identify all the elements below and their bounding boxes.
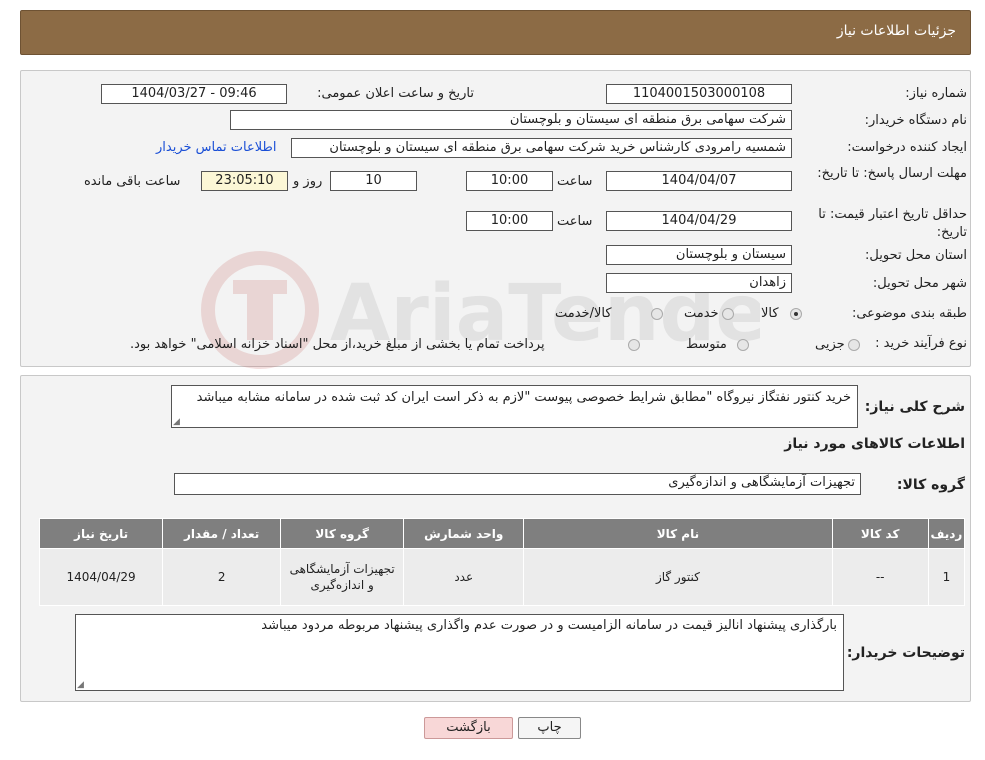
province-label: استان محل تحویل:: [865, 248, 967, 263]
validity-label: حداقل تاریخ اعتبار قیمت: تا تاریخ:: [818, 207, 967, 240]
process-option-medium: متوسط: [686, 337, 727, 352]
category-option-goods: کالا: [761, 306, 779, 321]
deadline-time-label: ساعت: [557, 174, 593, 189]
col-row: ردیف: [927, 518, 966, 549]
city-label: شهر محل تحویل:: [872, 276, 967, 291]
buyer-notes-text: بارگذاری پیشنهاد انالیز قیمت در سامانه ا…: [261, 618, 837, 633]
deadline-date-field: 1404/04/07: [606, 171, 792, 191]
category-radio-goods[interactable]: [790, 308, 802, 320]
announce-field: 1404/03/27 - 09:46: [101, 84, 287, 104]
process-radio-treasury[interactable]: [628, 339, 640, 351]
print-button[interactable]: چاپ: [518, 717, 581, 739]
col-unit: واحد شمارش: [403, 518, 525, 549]
goods-group-label: گروه کالا:: [896, 477, 965, 493]
cell-row: 1: [927, 548, 966, 606]
resize-grip-icon[interactable]: ◢: [77, 681, 85, 690]
page-title: جزئیات اطلاعات نیاز: [836, 23, 956, 39]
cell-quantity: 2: [162, 548, 282, 606]
creator-label: ایجاد کننده درخواست:: [847, 140, 967, 155]
province-field: سیستان و بلوچستان: [606, 245, 792, 265]
buyer-field: شرکت سهامی برق منطقه ای سیستان و بلوچستا…: [230, 110, 792, 130]
days-field: 10: [330, 171, 417, 191]
city-field: زاهدان: [606, 273, 792, 293]
process-option-minor: جزیی: [815, 337, 845, 352]
deadline-time-field: 10:00: [466, 171, 553, 191]
category-radio-service[interactable]: [722, 308, 734, 320]
cell-group: تجهیزات آزمایشگاهی و اندازه‌گیری: [280, 548, 405, 606]
process-radio-medium[interactable]: [737, 339, 749, 351]
announce-label: تاریخ و ساعت اعلان عمومی:: [317, 86, 474, 101]
table-row: 1 -- کنتور گاز عدد تجهیزات آزمایشگاهی و …: [38, 548, 966, 606]
cell-code: --: [831, 548, 929, 606]
category-radio-goods-service[interactable]: [651, 308, 663, 320]
category-label: طبقه بندی موضوعی:: [851, 306, 967, 321]
col-group: گروه کالا: [280, 518, 405, 549]
items-section-title: اطلاعات کالاهای مورد نیاز: [784, 436, 965, 452]
remaining-time-field: 23:05:10: [201, 171, 288, 191]
remaining-label: ساعت باقی مانده: [84, 174, 181, 189]
category-option-service: خدمت: [684, 306, 719, 321]
resize-grip-icon[interactable]: ◢: [173, 418, 181, 427]
description-text: خرید کنتور نفتگاز نیروگاه "مطابق شرایط خ…: [196, 390, 851, 405]
process-note: پرداخت تمام یا بخشی از مبلغ خرید،از محل …: [130, 337, 545, 352]
cell-need-date: 1404/04/29: [38, 548, 164, 606]
back-button[interactable]: بازگشت: [424, 717, 513, 739]
need-number-field: 1104001503000108: [606, 84, 792, 104]
cell-unit: عدد: [403, 548, 525, 606]
validity-date-field: 1404/04/29: [606, 211, 792, 231]
buyer-label: نام دستگاه خریدار:: [864, 113, 967, 128]
description-label: شرح کلی نیاز:: [864, 399, 965, 415]
deadline-label: مهلت ارسال پاسخ: تا تاریخ:: [817, 166, 967, 181]
goods-group-field: تجهیزات آزمایشگاهی و اندازه‌گیری: [174, 473, 861, 495]
process-radio-minor[interactable]: [848, 339, 860, 351]
creator-field: شمسیه رامرودی کارشناس خرید شرکت سهامی بر…: [291, 138, 792, 158]
col-quantity: تعداد / مقدار: [162, 518, 282, 549]
category-option-goods-service: کالا/خدمت: [555, 306, 612, 321]
col-need-date: تاریخ نیاز: [38, 518, 164, 549]
buyer-notes-field: بارگذاری پیشنهاد انالیز قیمت در سامانه ا…: [75, 614, 844, 691]
buyer-notes-label: توضیحات خریدار:: [846, 645, 965, 661]
validity-time-field: 10:00: [466, 211, 553, 231]
items-table: ردیف کد کالا نام کالا واحد شمارش گروه کا…: [38, 518, 966, 606]
col-name: نام کالا: [523, 518, 833, 549]
page-header: جزئیات اطلاعات نیاز: [20, 10, 971, 55]
buyer-contact-link[interactable]: اطلاعات تماس خریدار: [156, 140, 276, 155]
process-label: نوع فرآیند خرید :: [875, 336, 967, 351]
description-field: خرید کنتور نفتگاز نیروگاه "مطابق شرایط خ…: [171, 385, 858, 428]
need-number-label: شماره نیاز:: [905, 86, 967, 101]
col-code: کد کالا: [831, 518, 929, 549]
days-label: روز و: [293, 174, 323, 189]
table-header-row: ردیف کد کالا نام کالا واحد شمارش گروه کا…: [38, 518, 966, 549]
cell-name: کنتور گاز: [523, 548, 833, 606]
validity-time-label: ساعت: [557, 214, 593, 229]
